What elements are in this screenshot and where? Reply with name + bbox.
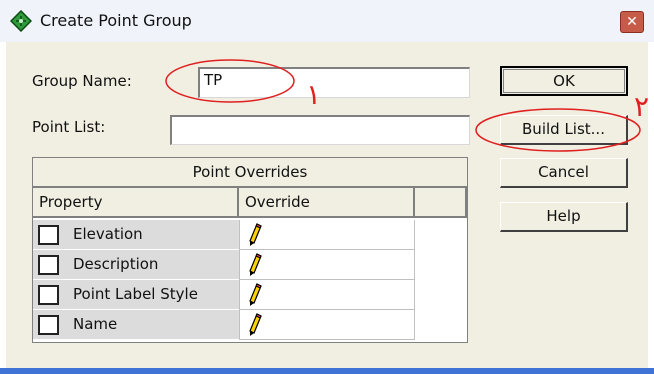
close-button[interactable]: ✕ xyxy=(620,11,644,33)
cancel-button[interactable]: Cancel xyxy=(500,158,628,188)
property-label: Description xyxy=(73,255,159,273)
title-bar: Create Point Group ✕ xyxy=(0,0,654,42)
row-checkbox[interactable] xyxy=(38,255,59,275)
point-overrides-header: Point Overrides xyxy=(32,157,468,187)
build-list-button[interactable]: Build List... xyxy=(500,115,628,145)
pencil-icon[interactable] xyxy=(248,223,262,247)
ok-button[interactable]: OK xyxy=(500,66,628,96)
help-button[interactable]: Help xyxy=(500,202,628,232)
group-name-label: Group Name: xyxy=(32,72,132,90)
column-header-extra[interactable] xyxy=(415,188,467,218)
green-diamond-icon xyxy=(10,10,32,32)
close-icon: ✕ xyxy=(626,14,638,30)
row-checkbox[interactable] xyxy=(38,225,59,245)
pencil-icon[interactable] xyxy=(248,283,262,307)
row-checkbox[interactable] xyxy=(38,315,59,335)
window-frame-bottom xyxy=(0,368,654,374)
column-header-override[interactable]: Override xyxy=(239,188,415,218)
property-cell: Point Label Style xyxy=(33,280,239,310)
group-name-input[interactable]: TP xyxy=(198,67,470,98)
table-row: Elevation xyxy=(33,220,465,250)
property-label: Elevation xyxy=(73,225,143,243)
group-name-value: TP xyxy=(204,71,223,89)
overrides-grid: Property Override Elevation Description … xyxy=(32,187,468,343)
property-label: Point Label Style xyxy=(73,285,198,303)
override-cell[interactable] xyxy=(239,250,415,280)
point-list-input[interactable] xyxy=(170,115,470,145)
table-row: Point Label Style xyxy=(33,280,465,310)
window-title: Create Point Group xyxy=(40,11,192,30)
override-cell[interactable] xyxy=(239,280,415,310)
property-cell: Description xyxy=(33,250,239,280)
pencil-icon[interactable] xyxy=(248,313,262,337)
table-row: Description xyxy=(33,250,465,280)
point-list-label: Point List: xyxy=(32,118,106,136)
table-row: Name xyxy=(33,310,465,340)
pencil-icon[interactable] xyxy=(248,253,262,277)
property-cell: Name xyxy=(33,310,239,340)
property-cell: Elevation xyxy=(33,220,239,250)
override-cell[interactable] xyxy=(239,310,415,340)
row-checkbox[interactable] xyxy=(38,285,59,305)
override-cell[interactable] xyxy=(239,220,415,250)
column-header-property[interactable]: Property xyxy=(33,188,239,218)
property-label: Name xyxy=(73,315,118,333)
